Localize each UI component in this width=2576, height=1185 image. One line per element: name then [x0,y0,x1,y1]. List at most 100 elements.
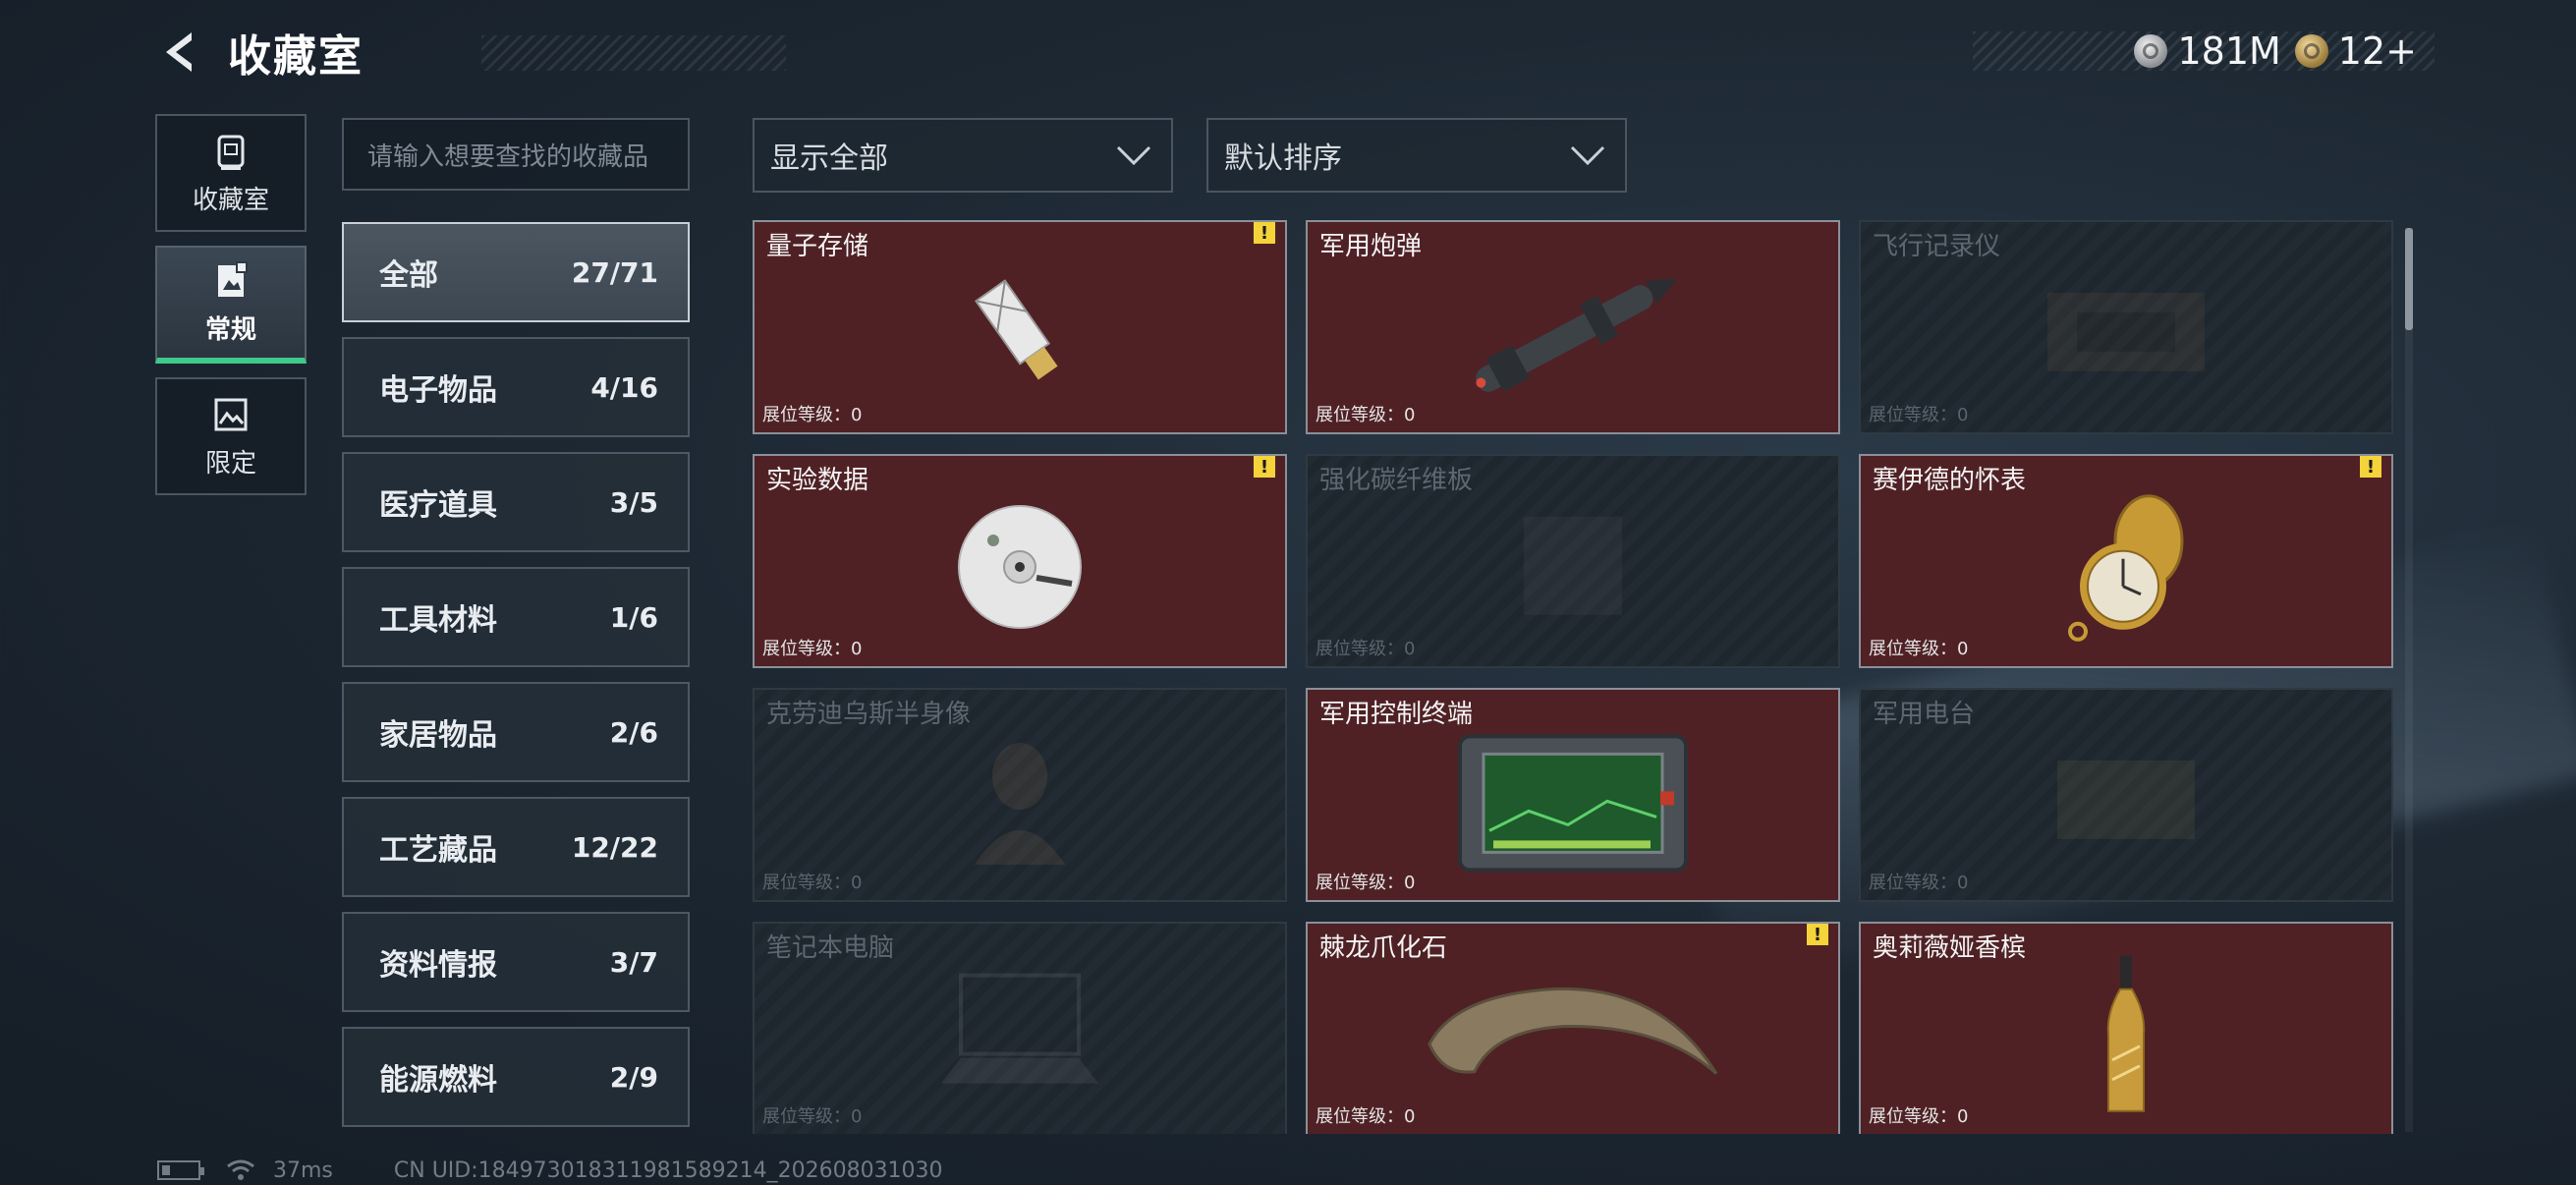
currency-silver[interactable]: 181M [2134,29,2281,73]
currency-gold-value: 12+ [2337,29,2417,73]
category-count: 27/71 [571,255,658,289]
category-list: 全部 27/71 电子物品 4/16 医疗道具 3/5 工具材料 1/6 家居物… [342,222,690,1142]
category-count: 2/9 [609,1060,658,1094]
collection-card-control-terminal[interactable]: 军用控制终端 展位等级：0 [1306,688,1840,902]
pocket-watch-icon [2068,494,2184,642]
card-level: 展位等级：0 [1316,405,1416,425]
category-medical[interactable]: 医疗道具 3/5 [342,452,690,552]
title-decoration [481,35,786,71]
carbon-plate-icon [1524,516,1622,615]
category-count: 3/5 [609,485,658,519]
card-name: 实验数据 [766,466,869,495]
category-label: 全部 [379,258,438,293]
battery-icon [157,1160,204,1180]
card-level: 展位等级：0 [1869,873,1969,893]
collection-card-champagne[interactable]: 奥莉薇娅香槟 展位等级：0 [1859,922,2393,1134]
category-household[interactable]: 家居物品 2/6 [342,682,690,782]
champagne-icon [2106,955,2146,1112]
nav-label-vault: 收藏室 [192,185,269,215]
back-button[interactable] [157,28,200,77]
collection-card-military-shell[interactable]: 军用炮弹 展位等级：0 [1306,220,1840,434]
silver-coin-icon [2134,34,2168,68]
control-terminal-icon [1458,734,1688,873]
card-name: 笔记本电脑 [766,933,895,963]
category-label: 医疗道具 [379,488,497,523]
category-count: 4/16 [590,370,658,404]
collection-card-quantum-storage[interactable]: 量子存储 ! 展位等级：0 [753,220,1287,434]
back-arrow-icon [166,32,192,72]
filter-dropdown-label: 显示全部 [770,141,888,176]
card-name: 强化碳纤维板 [1319,466,1474,495]
vault-icon [217,135,245,170]
header: 收藏室 [157,28,786,82]
card-name: 军用炮弹 [1319,232,1423,261]
category-label: 电子物品 [379,373,497,408]
nav-label-limited: 限定 [204,448,256,479]
search-input[interactable]: 请输入想要查找的收藏品 [342,118,690,191]
category-all[interactable]: 全部 27/71 [342,222,690,322]
scroll-thumb[interactable] [2405,228,2413,330]
bust-icon [975,743,1065,865]
category-count: 3/7 [609,945,658,979]
card-level: 展位等级：0 [1869,1106,1969,1127]
claw-fossil-icon [1428,987,1718,1075]
collection-card-experiment-data[interactable]: 实验数据 ! 展位等级：0 [753,454,1287,668]
card-name: 军用电台 [1873,700,1976,729]
category-count: 1/6 [609,600,658,634]
sort-dropdown[interactable]: 默认排序 [1206,118,1627,193]
category-count: 2/6 [609,715,658,749]
category-tools[interactable]: 工具材料 1/6 [342,567,690,667]
collection-grid: 量子存储 ! 展位等级：0 军用炮弹 展位等级：0 飞行记录仪 展位等级：0 实… [753,220,2393,1134]
card-level: 展位等级：0 [762,405,863,425]
card-name: 克劳迪乌斯半身像 [766,700,972,729]
filter-dropdown[interactable]: 显示全部 [753,118,1173,193]
page-title: 收藏室 [228,31,364,82]
category-energy[interactable]: 能源燃料 2/9 [342,1027,690,1127]
collection-card-claw-fossil[interactable]: 棘龙爪化石 ! 展位等级：0 [1306,922,1840,1134]
collection-card-laptop[interactable]: 笔记本电脑 展位等级：0 [753,922,1287,1134]
card-name: 奥莉薇娅香槟 [1873,933,2027,963]
currency-bar: 181M 12+ [1973,29,2435,73]
flight-recorder-icon [2047,292,2205,371]
limited-image-icon [214,398,248,430]
card-level: 展位等级：0 [1869,405,1969,425]
sort-dropdown-label: 默认排序 [1224,141,1342,176]
card-level: 展位等级：0 [762,639,863,659]
category-intel[interactable]: 资料情报 3/7 [342,912,690,1012]
card-name: 飞行记录仪 [1873,232,2001,261]
collection-card-flight-recorder[interactable]: 飞行记录仪 展位等级：0 [1859,220,2393,434]
category-count: 12/22 [571,830,658,864]
chevron-down-icon [1570,145,1605,166]
collection-card-carbon-fiber-plate[interactable]: 强化碳纤维板 展位等级：0 [1306,454,1840,668]
card-name: 赛伊德的怀表 [1873,466,2027,495]
category-label: 资料情报 [379,948,497,983]
laptop-icon [941,973,1098,1084]
alert-badge: ! [2360,456,2381,478]
nav-item-regular[interactable]: 常规 [155,246,307,364]
nav-item-limited[interactable]: 限定 [155,377,307,495]
collection-card-pocket-watch[interactable]: 赛伊德的怀表 ! 展位等级：0 [1859,454,2393,668]
collection-card-claudius-bust[interactable]: 克劳迪乌斯半身像 展位等级：0 [753,688,1287,902]
alert-badge: ! [1254,456,1275,478]
grid-scrollbar[interactable] [2405,228,2413,1132]
gold-coin-icon [2294,34,2328,68]
card-level: 展位等级：0 [762,873,863,893]
nav-label-regular: 常规 [204,314,256,345]
category-label: 工艺藏品 [379,833,497,868]
category-crafts[interactable]: 工艺藏品 12/22 [342,797,690,897]
document-icon [218,260,248,297]
left-nav: 收藏室 常规 限定 [155,114,307,509]
status-bar: 37ms CN UID:18497301831198158921​4_20260… [157,1157,943,1183]
ping-value: 37ms [273,1157,333,1183]
chevron-down-icon [1116,145,1151,166]
card-level: 展位等级：0 [1316,873,1416,893]
collection-card-military-radio[interactable]: 军用电台 展位等级：0 [1859,688,2393,902]
category-label: 能源燃料 [379,1063,497,1098]
category-electronics[interactable]: 电子物品 4/16 [342,337,690,437]
nav-item-vault[interactable]: 收藏室 [155,114,307,232]
currency-gold[interactable]: 12+ [2294,29,2417,73]
wifi-icon [227,1159,254,1180]
usb-drive-icon [975,279,1058,380]
category-label: 工具材料 [379,603,497,638]
alert-badge: ! [1254,222,1275,244]
